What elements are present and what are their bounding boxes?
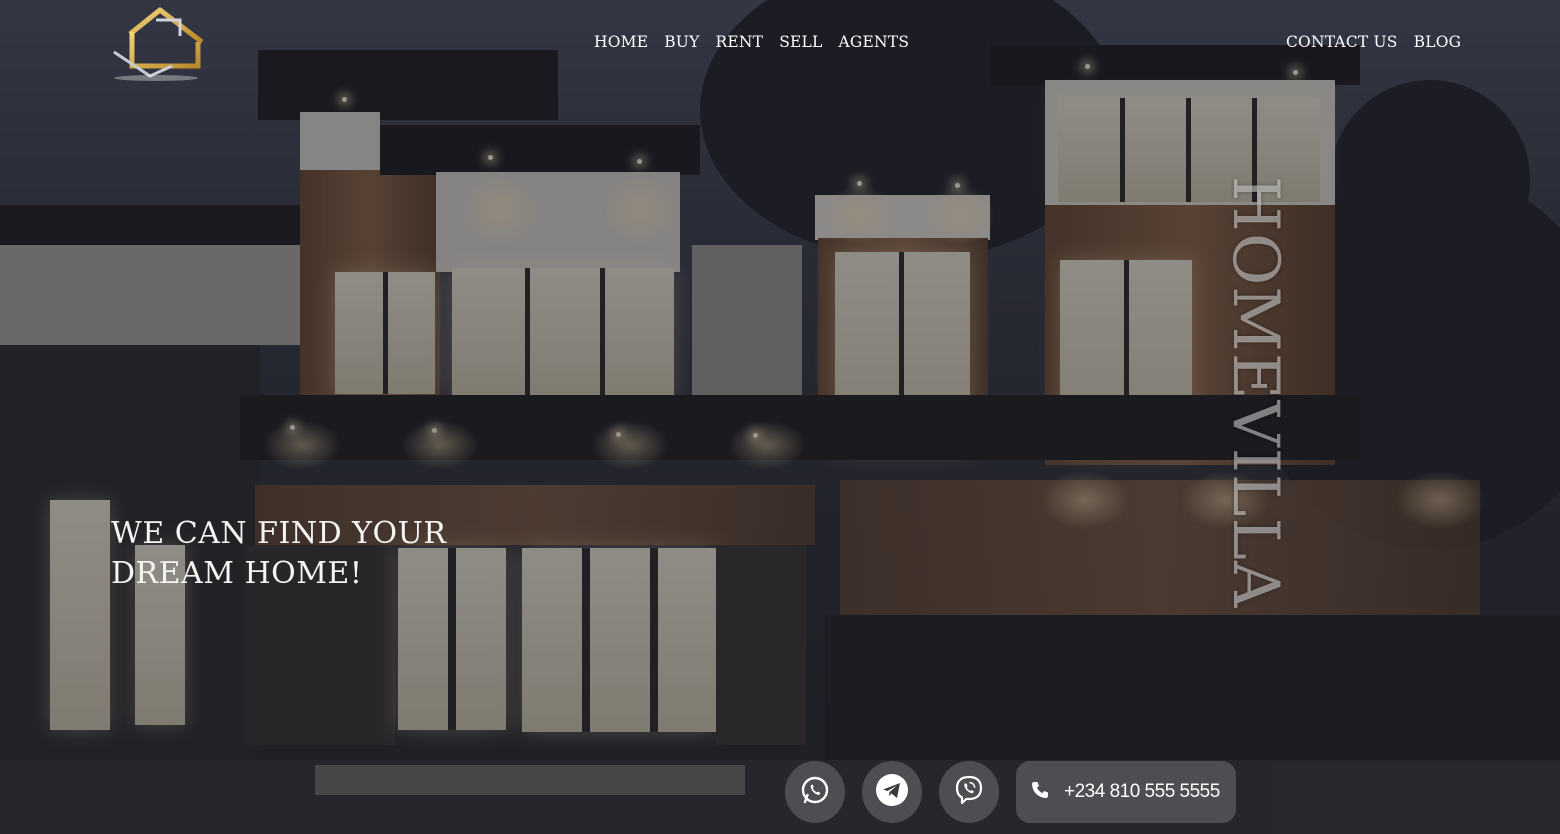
phone-call-button[interactable]: +234 810 555 5555 xyxy=(1016,761,1236,823)
nav-link-sell[interactable]: SELL xyxy=(779,33,822,51)
hero-background-house-photo xyxy=(0,0,1560,834)
phone-icon xyxy=(1030,780,1050,804)
nav-link-rent[interactable]: RENT xyxy=(716,33,764,51)
hero-title-line-1: WE CAN FIND YOUR xyxy=(111,516,447,551)
nav-link-contact-us[interactable]: CONTACT US xyxy=(1286,33,1398,51)
house-logo-icon[interactable] xyxy=(110,6,206,82)
viber-icon xyxy=(953,774,985,810)
nav-link-buy[interactable]: BUY xyxy=(664,33,699,51)
telegram-button[interactable] xyxy=(862,761,922,823)
contact-bar: +234 810 555 5555 xyxy=(785,761,1236,823)
nav-link-home[interactable]: HOME xyxy=(594,33,648,51)
hero-title-line-2: DREAM HOME! xyxy=(111,556,363,591)
whatsapp-button[interactable] xyxy=(785,761,845,823)
hero-title: WE CAN FIND YOUR DREAM HOME! xyxy=(111,514,531,594)
vertical-brand-text: HOMEVILLA xyxy=(1222,176,1288,609)
viber-button[interactable] xyxy=(939,761,999,823)
whatsapp-icon xyxy=(800,775,830,809)
phone-number: +234 810 555 5555 xyxy=(1064,781,1220,802)
telegram-icon xyxy=(875,773,909,811)
nav-link-blog[interactable]: BLOG xyxy=(1414,33,1462,51)
secondary-nav: CONTACT US BLOG xyxy=(1286,33,1461,51)
nav-link-agents[interactable]: AGENTS xyxy=(839,33,910,51)
main-nav: HOME BUY RENT SELL AGENTS xyxy=(594,33,909,51)
